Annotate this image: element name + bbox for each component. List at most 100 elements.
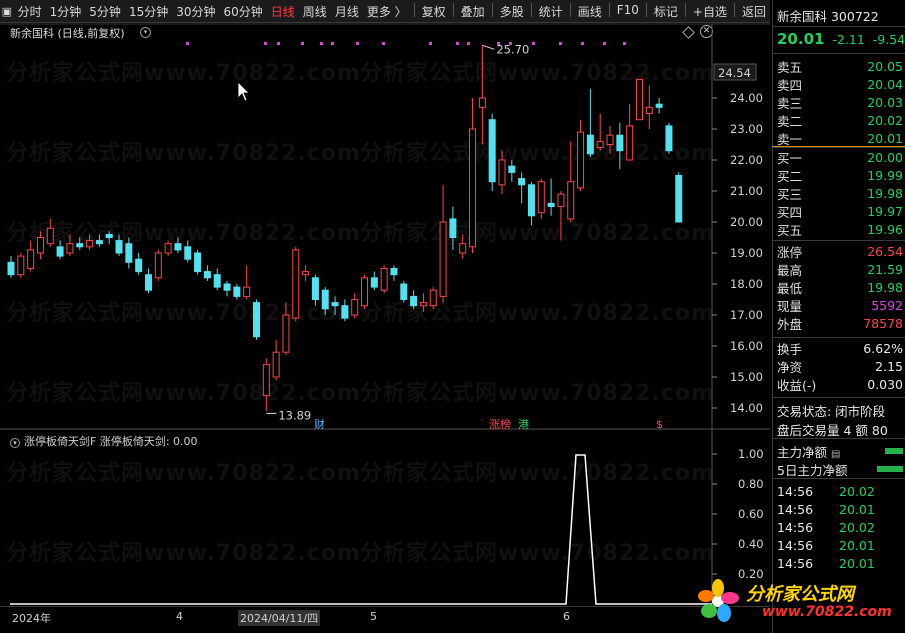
x-label: 2024年 <box>12 612 51 625</box>
candle-down <box>135 258 143 273</box>
stat-row: 最低 19.98 <box>777 278 903 296</box>
x-label-cursor: 2024/04/11/四 <box>238 610 321 626</box>
stat2-row-label: 收益(-) <box>777 377 817 393</box>
ind-y-tick-label: 0.80 <box>738 477 764 491</box>
stat2-row: 净资 2.15 <box>777 357 903 375</box>
candlestick-chart[interactable]: 24.00 23.00 22.00 21.00 20.00 19.00 18.00 17.00… <box>0 0 770 606</box>
candle-up <box>164 243 172 254</box>
tick-row: 14:56 20.02 <box>777 518 903 536</box>
tick-time: 14:56 <box>777 537 814 553</box>
y-tick-label: 14.00 <box>730 401 763 415</box>
app-window: ▣ 分时 1分钟 5分钟 15分钟 30分钟 60分钟 日线 周线 月线 更多 〉 复权 叠加 多股统… <box>0 0 905 633</box>
candle-down <box>253 302 260 338</box>
ask-row-label: 卖二 <box>777 114 803 130</box>
candle-up <box>154 252 162 279</box>
y-tick-label: 19.00 <box>730 246 763 260</box>
candle-down <box>184 246 192 260</box>
panel-divider <box>772 337 905 338</box>
signal-dot <box>467 42 470 45</box>
candle-down <box>144 274 152 291</box>
candle-up <box>66 243 74 254</box>
candle-down <box>508 165 516 173</box>
candle-up <box>596 140 604 149</box>
signal-dot <box>623 42 626 45</box>
ask-row: 卖五 20.05 <box>777 57 903 75</box>
x-label: 6 <box>563 610 570 623</box>
stat-row: 外盘 78578 <box>777 315 903 333</box>
candle-down <box>76 243 84 248</box>
tick-price: 20.02 <box>839 483 875 499</box>
y-tick-label: 17.00 <box>730 308 763 322</box>
candle-down <box>665 125 673 152</box>
indicator-line <box>10 454 712 605</box>
candle-up <box>557 193 565 208</box>
panel-divider <box>772 397 905 398</box>
y-tick-label: 22.00 <box>730 153 763 167</box>
indicator-toggle-icon[interactable]: ▾ <box>10 438 20 448</box>
five-day-flow-label: 5日主力净额 <box>777 462 848 478</box>
stat-row-value: 26.54 <box>867 243 903 259</box>
trade-status: 交易状态: 闭市阶段 <box>777 401 903 419</box>
candle-down <box>213 274 221 288</box>
stat-row-label: 最高 <box>777 262 803 278</box>
tick-time: 14:56 <box>777 483 814 499</box>
candle-up <box>282 314 290 353</box>
candle-down <box>174 243 182 251</box>
stat-row-value: 78578 <box>863 316 903 332</box>
event-tag: $ <box>656 418 663 431</box>
five-day-flow-row[interactable]: 5日主力净额 <box>777 460 903 478</box>
tick-time: 14:56 <box>777 519 814 535</box>
stat-row-value: 21.59 <box>867 261 903 277</box>
ind-y-tick-label: 0.40 <box>738 537 764 551</box>
candle-down <box>194 252 202 273</box>
last-price: 20.01 <box>777 30 825 48</box>
event-tag: 财 <box>314 417 325 431</box>
event-tag: 涨榜 <box>489 417 511 431</box>
x-label: 4 <box>176 610 183 623</box>
stat-row-label: 涨停 <box>777 244 803 260</box>
candle-down <box>616 134 624 152</box>
main-flow-label: 主力净额 ▤ <box>777 444 841 460</box>
stat2-row: 换手 6.62% <box>777 339 903 357</box>
candle-down <box>586 134 594 155</box>
main-flow-row[interactable]: 主力净额 ▤ <box>777 442 903 460</box>
stat-row-value: 5592 <box>871 298 903 314</box>
y-tick-label: 20.00 <box>730 215 763 229</box>
bid-row-label: 买五 <box>777 223 803 239</box>
candle-up <box>459 243 467 254</box>
signal-dot <box>264 42 267 45</box>
tick-row: 14:56 20.01 <box>777 554 903 572</box>
list-icon: ▤ <box>831 448 841 460</box>
candle-up <box>606 134 614 145</box>
candle-up <box>243 286 251 297</box>
signal-dot <box>186 42 189 45</box>
stat2-row-label: 换手 <box>777 341 803 357</box>
candle-down <box>527 184 535 217</box>
candle-down <box>410 295 418 307</box>
candle-down <box>321 289 329 310</box>
tick-row: 14:56 20.02 <box>777 482 903 500</box>
ind-y-tick-label: 0.60 <box>738 507 764 521</box>
stat2-row-label: 净资 <box>777 359 803 375</box>
signal-dot <box>429 42 432 45</box>
ask-row-label: 卖五 <box>777 59 803 75</box>
y-tick-label: 21.00 <box>730 184 763 198</box>
candle-up <box>419 302 427 307</box>
candle-down <box>311 277 319 300</box>
stat2-row-value: 2.15 <box>875 358 903 374</box>
bid-row: 买一 20.00 <box>777 148 903 166</box>
candle-up <box>272 351 280 378</box>
signal-dot <box>559 42 562 45</box>
candle-up <box>292 249 300 319</box>
tick-price: 20.01 <box>839 537 875 553</box>
bid-row: 买五 19.96 <box>777 221 903 239</box>
main-flow-bar <box>885 448 903 454</box>
candle-down <box>233 286 241 297</box>
ask-row-value: 20.02 <box>867 113 903 129</box>
indicator-title: ▾ 涨停板倚天剑F 涨停板倚天剑: 0.00 <box>10 433 198 449</box>
panel-divider <box>772 26 905 27</box>
candle-down <box>400 283 408 300</box>
candle-down <box>203 271 211 279</box>
stat-row-value: 19.98 <box>867 279 903 295</box>
bid-row-label: 买二 <box>777 168 803 184</box>
